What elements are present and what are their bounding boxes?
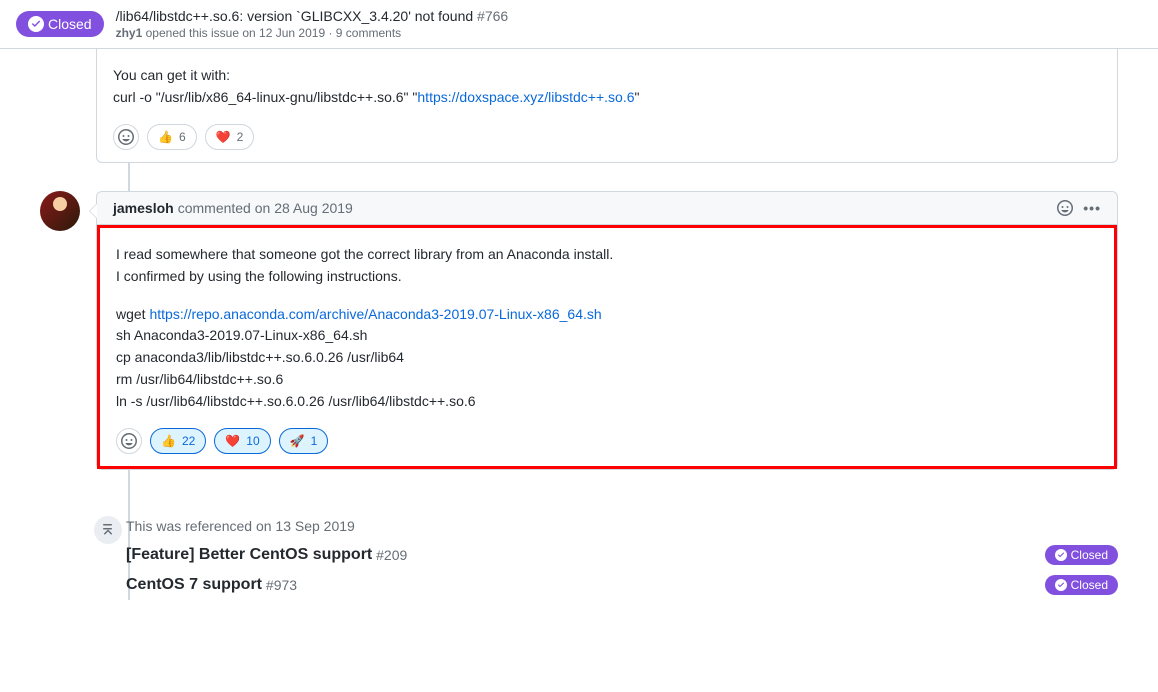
comment-partial: You can get it with: curl -o "/usr/lib/x… [96, 49, 1118, 163]
comment-text: cp anaconda3/lib/libstdc++.so.6.0.26 /us… [116, 349, 404, 365]
reactions-bar: 👍 6 ❤️ 2 [97, 124, 1117, 162]
reference-number: #973 [266, 577, 297, 593]
comment-link[interactable]: https://repo.anaconda.com/archive/Anacon… [149, 306, 601, 322]
check-circle-icon [28, 16, 44, 32]
reaction-rocket[interactable]: 🚀 1 [279, 428, 329, 454]
comment-date[interactable]: on 28 Aug 2019 [255, 200, 353, 216]
comment-text: You can get it with: [113, 67, 230, 83]
reaction-heart[interactable]: ❤️ 10 [214, 428, 270, 454]
check-circle-icon [1055, 579, 1067, 591]
comment-header: jamesloh commented on 28 Aug 2019 ••• [97, 192, 1117, 225]
timeline-reference-event: This was referenced on 13 Sep 2019 [Feat… [96, 518, 1118, 600]
check-circle-icon [1055, 549, 1067, 561]
issue-number: #766 [477, 8, 508, 24]
comment-text: curl -o "/usr/lib/x86_64-linux-gnu/libst… [113, 89, 417, 105]
issue-sticky-header: Closed /lib64/libstdc++.so.6: version `G… [0, 0, 1158, 49]
reference-item: CentOS 7 support #973 Closed [126, 570, 1118, 600]
smiley-icon [121, 433, 137, 449]
header-meta: zhy1 opened this issue on 12 Jun 2019 · … [116, 26, 509, 40]
comment-text: I confirmed by using the following instr… [116, 268, 402, 284]
kebab-menu-icon[interactable]: ••• [1083, 200, 1101, 216]
comment-text: rm /usr/lib64/libstdc++.so.6 [116, 371, 283, 387]
comment-text: I read somewhere that someone got the co… [116, 246, 613, 262]
reactions-bar: 👍 22 ❤️ 10 🚀 1 [100, 428, 1114, 466]
status-text: Closed [48, 16, 92, 32]
smiley-icon [118, 129, 134, 145]
reference-number: #209 [376, 547, 407, 563]
status-badge-closed: Closed [1045, 545, 1118, 565]
comment-link[interactable]: https://doxspace.xyz/libstdc++.so.6 [417, 89, 634, 105]
comment-text: wget [116, 306, 149, 322]
add-reaction-button[interactable] [116, 428, 142, 454]
comment-author[interactable]: jamesloh [113, 200, 174, 216]
highlighted-region: I read somewhere that someone got the co… [97, 225, 1117, 469]
add-reaction-button[interactable] [113, 124, 139, 150]
reference-title[interactable]: [Feature] Better CentOS support [126, 546, 372, 564]
reaction-thumbs-up[interactable]: 👍 6 [147, 124, 197, 150]
reference-title[interactable]: CentOS 7 support [126, 576, 262, 594]
comment-text: ln -s /usr/lib64/libstdc++.so.6.0.26 /us… [116, 393, 476, 409]
issue-title[interactable]: /lib64/libstdc++.so.6: version `GLIBCXX_… [116, 8, 474, 24]
avatar[interactable] [40, 191, 80, 231]
status-badge-closed: Closed [16, 11, 104, 37]
reference-item: [Feature] Better CentOS support #209 Clo… [126, 540, 1118, 570]
smiley-icon[interactable] [1057, 200, 1073, 216]
reaction-heart[interactable]: ❤️ 2 [205, 124, 255, 150]
comment-text: sh Anaconda3-2019.07-Linux-x86_64.sh [116, 327, 367, 343]
cross-reference-icon [92, 514, 124, 546]
reaction-thumbs-up[interactable]: 👍 22 [150, 428, 206, 454]
issue-author[interactable]: zhy1 [116, 26, 143, 40]
status-badge-closed: Closed [1045, 575, 1118, 595]
comment: jamesloh commented on 28 Aug 2019 ••• I … [40, 191, 1118, 470]
